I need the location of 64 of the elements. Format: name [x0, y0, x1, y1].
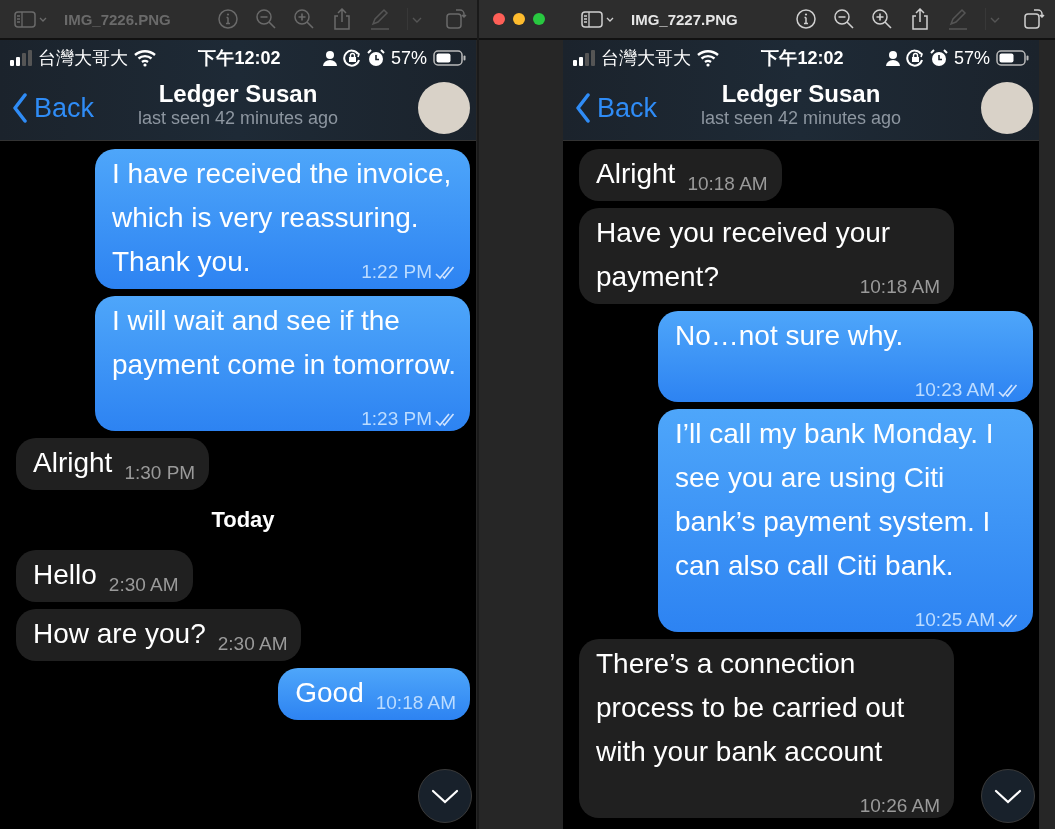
zoom-out-icon[interactable]	[833, 8, 855, 30]
message-time: 2:30 AM	[217, 633, 288, 655]
share-icon[interactable]	[909, 8, 931, 30]
clock-time: 下午12:02	[198, 47, 281, 70]
received-message: Hello 2:30 AM	[16, 550, 193, 602]
avatar-photo[interactable]	[981, 82, 1033, 134]
message-time: 10:18 AM	[687, 173, 768, 195]
sent-message: I will wait and see if the payment come in tomorrow. 1:23 PM	[95, 296, 470, 431]
zoom-in-icon[interactable]	[871, 8, 893, 30]
carrier-name: 台灣大哥大	[38, 47, 128, 70]
wifi-icon	[697, 49, 719, 67]
contact-name: Ledger Susan	[158, 80, 318, 108]
scroll-down-button[interactable]	[418, 769, 472, 823]
message-time: 2:30 AM	[108, 574, 179, 596]
avatar-photo[interactable]	[418, 82, 470, 134]
last-seen-status: last seen 42 minutes ago	[137, 108, 339, 129]
rotation-lock-icon	[905, 49, 924, 67]
alarm-clock-icon	[366, 49, 385, 67]
person-icon	[322, 50, 337, 66]
message-time: 1:23 PM	[361, 408, 432, 430]
scroll-down-button[interactable]	[981, 769, 1035, 823]
rotate-icon[interactable]	[1023, 8, 1045, 30]
battery-percentage: 57%	[953, 47, 990, 69]
file-name: IMG_7227.PNG	[631, 10, 738, 28]
chevron-down-icon	[431, 787, 459, 805]
received-message: There’s a connection process to be carried out with your bank account 10:26 AM	[579, 639, 954, 818]
chevron-left-icon	[575, 93, 591, 123]
rotation-lock-icon	[342, 49, 361, 67]
message-time: 1:22 PM	[361, 261, 432, 283]
received-message: Have you received your payment? 10:18 AM	[579, 208, 954, 304]
message-time: 10:18 AM	[859, 276, 940, 298]
message-time: 10:26 AM	[859, 795, 940, 817]
contact-name: Ledger Susan	[721, 80, 881, 108]
message-time: 1:30 PM	[124, 462, 196, 484]
sidebar-toggle-icon[interactable]	[14, 9, 48, 29]
battery-icon	[433, 50, 466, 66]
alarm-clock-icon	[929, 49, 948, 67]
sent-message: I have received the invoice, which is very reassuring. Thank you. 1:22 PM	[95, 149, 470, 289]
chevron-left-icon	[12, 93, 28, 123]
window-controls[interactable]	[493, 13, 545, 25]
sidebar-toggle-icon[interactable]	[581, 9, 615, 29]
received-message: Alright 10:18 AM	[579, 149, 782, 201]
message-time: 10:25 AM	[914, 609, 995, 631]
sent-message: No…not sure why. 10:23 AM	[658, 311, 1033, 402]
received-message: How are you? 2:30 AM	[16, 609, 302, 661]
back-button[interactable]: Back	[575, 92, 658, 124]
carrier-name: 台灣大哥大	[601, 47, 691, 70]
date-divider: Today	[210, 506, 276, 534]
signal-icon	[573, 50, 595, 66]
sent-message: I’ll call my bank Monday. I see you are using Citi bank’s payment system. I can also call Citi bank. 10:25 AM	[658, 409, 1033, 632]
battery-percentage: 57%	[390, 47, 427, 69]
signal-icon	[10, 50, 32, 66]
message-time: 10:23 AM	[914, 379, 995, 401]
person-icon	[885, 50, 900, 66]
received-message: Alright 1:30 PM	[16, 438, 210, 490]
wifi-icon	[134, 49, 156, 67]
chevron-down-icon	[994, 787, 1022, 805]
file-name: IMG_7226.PNG	[64, 10, 171, 28]
last-seen-status: last seen 42 minutes ago	[700, 108, 902, 129]
message-time: 10:18 AM	[375, 692, 456, 714]
sent-message: Good 10:18 AM	[278, 668, 470, 720]
clock-time: 下午12:02	[761, 47, 844, 70]
battery-icon	[996, 50, 1029, 66]
back-button[interactable]: Back	[12, 92, 95, 124]
